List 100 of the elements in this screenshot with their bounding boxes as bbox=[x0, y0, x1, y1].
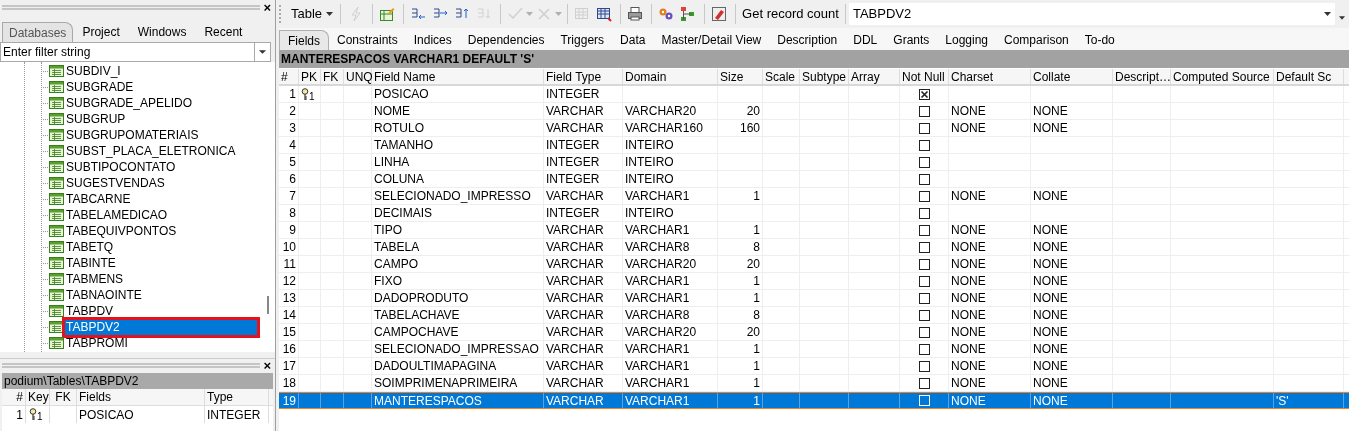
table-row[interactable]: 8 DECIMAIS INTEGER INTEIRO bbox=[279, 205, 1349, 222]
table-menu-button[interactable]: Table bbox=[288, 4, 337, 24]
table-row[interactable]: 14 TABELACHAVE VARCHAR VARCHAR8 8 NONE NONE bbox=[279, 307, 1349, 324]
column-header[interactable]: Not Null bbox=[900, 69, 949, 84]
column-header[interactable]: Descript… bbox=[1113, 69, 1171, 84]
tree-item[interactable]: TABPROMI bbox=[65, 335, 129, 351]
tree-item[interactable]: SUBST_PLACA_ELETRONICA bbox=[65, 143, 237, 159]
column-header[interactable]: Key bbox=[26, 389, 50, 405]
column-header[interactable]: Type bbox=[205, 389, 269, 405]
table-row[interactable]: 6 COLUNA INTEGER INTEIRO bbox=[279, 171, 1349, 188]
tree-item[interactable]: TABPDV bbox=[65, 303, 115, 319]
not-null-checkbox[interactable] bbox=[918, 224, 930, 236]
column-header[interactable]: FK bbox=[321, 69, 344, 84]
table-row[interactable]: 16 SELECIONADO_IMPRESSAO VARCHAR VARCHAR1 1 NONE NONE bbox=[279, 341, 1349, 358]
not-null-checkbox[interactable] bbox=[918, 343, 930, 355]
column-header[interactable]: Scale bbox=[763, 69, 800, 84]
tab[interactable]: Indices bbox=[405, 30, 460, 50]
tab[interactable]: Constraints bbox=[329, 30, 406, 50]
caret-icon[interactable] bbox=[255, 42, 271, 62]
tree-item[interactable]: SUBDIV_I bbox=[65, 63, 122, 79]
printer-icon[interactable] bbox=[627, 6, 644, 22]
column-header[interactable]: Charset bbox=[949, 69, 1031, 84]
table-row[interactable]: 13 DADOPRODUTO VARCHAR VARCHAR1 1 NONE NONE bbox=[279, 290, 1349, 307]
column-header[interactable]: Array bbox=[849, 69, 900, 84]
column-header[interactable]: Fields bbox=[77, 389, 205, 405]
tree-item[interactable]: TABELAMEDICAO bbox=[65, 207, 169, 223]
diagram-icon[interactable] bbox=[680, 6, 697, 22]
tab[interactable]: Triggers bbox=[552, 30, 613, 50]
tab[interactable]: Master/Detail View bbox=[653, 30, 770, 50]
column-header[interactable]: PK bbox=[299, 69, 321, 84]
tree-item[interactable]: SUBGRADE bbox=[65, 79, 135, 95]
table-row[interactable]: 4 TAMANHO INTEGER INTEIRO bbox=[279, 137, 1349, 154]
grip-handle[interactable] bbox=[2, 363, 261, 368]
tree-item[interactable]: TABNAOINTE bbox=[65, 287, 143, 303]
tree-item[interactable]: TABETQ bbox=[65, 239, 115, 255]
caret-icon[interactable] bbox=[1324, 12, 1331, 16]
tree-item[interactable]: SUBGRADE_APELIDO bbox=[65, 95, 194, 111]
tab[interactable]: Comparison bbox=[996, 30, 1077, 50]
column-header[interactable]: FK bbox=[50, 389, 77, 405]
not-null-checkbox[interactable] bbox=[918, 326, 930, 338]
tree-item[interactable]: TABPDV2 bbox=[65, 319, 257, 335]
not-null-checkbox[interactable] bbox=[918, 105, 930, 117]
panel-tab[interactable]: Recent bbox=[195, 22, 252, 42]
table-row[interactable]: 1 1 POSICAO INTEGER bbox=[279, 86, 1349, 103]
caret-icon[interactable] bbox=[1339, 16, 1345, 20]
tree-item[interactable]: SUGESTVENDAS bbox=[65, 175, 166, 191]
tab[interactable]: Fields bbox=[279, 30, 329, 50]
table-row[interactable]: 11 CAMPO VARCHAR VARCHAR20 20 NONE NONE bbox=[279, 256, 1349, 273]
tree-item[interactable]: TABEQUIVPONTOS bbox=[65, 223, 178, 239]
tab[interactable]: Grants bbox=[885, 30, 938, 50]
tree-item[interactable]: SUBGRUPOMATERIAIS bbox=[65, 127, 200, 143]
field-left-icon[interactable] bbox=[410, 6, 427, 22]
eraser-icon[interactable] bbox=[711, 6, 728, 22]
tab[interactable]: To-do bbox=[1076, 30, 1123, 50]
not-null-checkbox[interactable] bbox=[918, 173, 930, 185]
close-button[interactable]: × bbox=[263, 359, 271, 372]
column-header[interactable]: Field Type bbox=[544, 69, 623, 84]
table-row[interactable]: 7 SELECIONADO_IMPRESSO VARCHAR VARCHAR1 1 NONE NONE bbox=[279, 188, 1349, 205]
table-edit-icon[interactable] bbox=[379, 6, 396, 22]
table-row[interactable]: 3 ROTULO VARCHAR VARCHAR160 160 NONE NONE bbox=[279, 120, 1349, 137]
not-null-checkbox[interactable] bbox=[918, 190, 930, 202]
not-null-checkbox[interactable] bbox=[918, 156, 930, 168]
table-row[interactable]: 9 TIPO VARCHAR VARCHAR1 1 NONE NONE bbox=[279, 222, 1349, 239]
column-header[interactable]: # bbox=[279, 69, 299, 84]
tree-item[interactable]: TABMENS bbox=[65, 271, 125, 287]
object-combo[interactable]: TABPDV2 bbox=[848, 3, 1335, 25]
tab[interactable]: Dependencies bbox=[459, 30, 553, 50]
column-header[interactable]: Computed Source bbox=[1171, 69, 1274, 84]
close-button[interactable]: × bbox=[263, 0, 271, 14]
tree-item[interactable]: TABCARNE bbox=[65, 191, 132, 207]
not-null-checkbox[interactable] bbox=[918, 122, 930, 134]
column-header[interactable]: Subtype bbox=[800, 69, 849, 84]
column-header[interactable]: Domain bbox=[623, 69, 718, 84]
not-null-checkbox[interactable] bbox=[918, 360, 930, 372]
table-row[interactable]: 15 CAMPOCHAVE VARCHAR VARCHAR20 20 NONE NONE bbox=[279, 324, 1349, 341]
tab[interactable]: DDL bbox=[845, 30, 886, 50]
table-row[interactable]: 2 NOME VARCHAR VARCHAR20 20 NONE NONE bbox=[279, 103, 1349, 120]
tree-item[interactable]: SUBGRUP bbox=[65, 111, 127, 127]
not-null-checkbox[interactable] bbox=[918, 258, 930, 270]
column-header[interactable]: UNQ bbox=[344, 69, 372, 84]
record-count-button[interactable]: Get record count bbox=[739, 4, 842, 24]
not-null-checkbox[interactable] bbox=[918, 377, 930, 389]
not-null-checkbox[interactable] bbox=[918, 309, 930, 321]
not-null-checkbox[interactable] bbox=[918, 292, 930, 304]
column-header[interactable]: Field Name bbox=[372, 69, 544, 84]
column-header[interactable]: Size bbox=[718, 69, 763, 84]
grid-calendar-icon[interactable] bbox=[596, 6, 613, 22]
tab[interactable]: Data bbox=[612, 30, 654, 50]
table-row[interactable]: 5 LINHA INTEGER INTEIRO bbox=[279, 154, 1349, 171]
table-row[interactable]: 17 DADOULTIMAPAGINA VARCHAR VARCHAR1 1 NONE NONE bbox=[279, 358, 1349, 375]
column-header[interactable]: Default Sc bbox=[1274, 69, 1344, 84]
panel-tab[interactable]: Databases bbox=[2, 22, 74, 42]
tree-item[interactable]: TABINTE bbox=[65, 255, 117, 271]
panel-tab[interactable]: Project bbox=[73, 22, 129, 42]
table-row[interactable]: 19 MANTERESPACOS VARCHAR VARCHAR1 1 NONE NONE 'S' bbox=[279, 392, 1349, 409]
column-header[interactable]: # bbox=[2, 389, 26, 405]
not-null-checkbox[interactable] bbox=[918, 207, 930, 219]
not-null-checkbox[interactable] bbox=[918, 88, 930, 100]
not-null-checkbox[interactable] bbox=[918, 241, 930, 253]
grip-handle[interactable] bbox=[2, 4, 261, 10]
